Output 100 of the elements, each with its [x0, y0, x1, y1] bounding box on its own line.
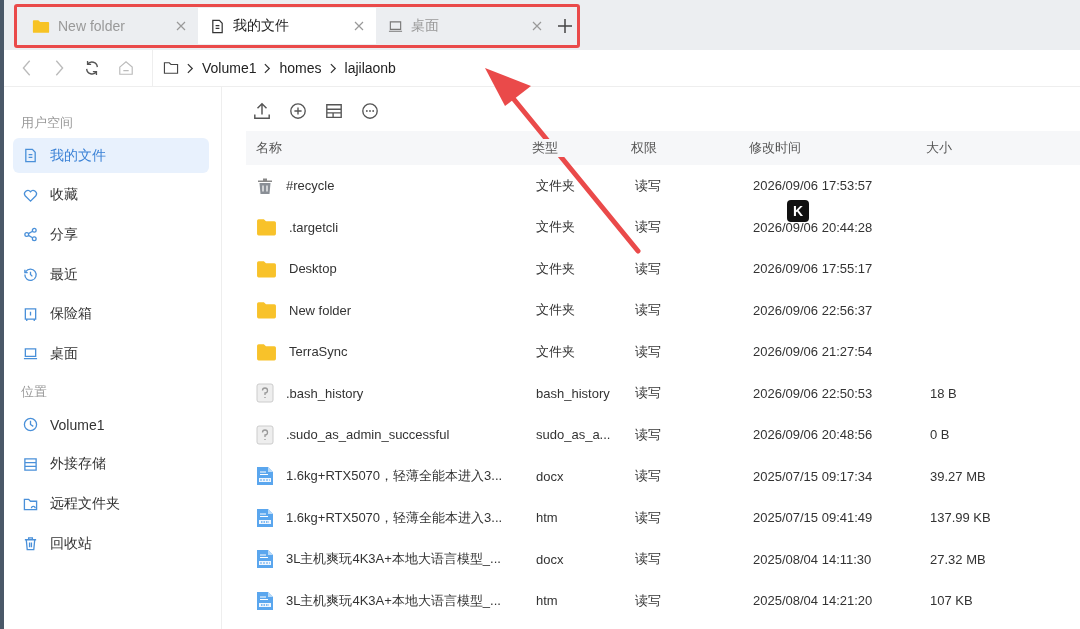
- folder-icon: [256, 342, 277, 361]
- table-cell-text: docx: [535, 551, 565, 567]
- file-name[interactable]: New folder: [289, 302, 352, 318]
- table-cell-text: 2026/09/06 20:44:28: [752, 219, 874, 235]
- chevron-icon: [264, 62, 272, 74]
- close-icon[interactable]: [354, 21, 364, 31]
- more-icon[interactable]: [361, 102, 379, 120]
- file-name[interactable]: .bash_history: [286, 385, 364, 401]
- folder-icon: [163, 61, 179, 75]
- table-cell-text: htm: [535, 593, 559, 609]
- monitor-icon: [388, 18, 403, 34]
- table-cell-text: 读写: [634, 342, 662, 361]
- add-tab-icon[interactable]: [558, 19, 572, 33]
- table-cell-text: 读写: [634, 259, 662, 278]
- sidebar-heading: 位置: [20, 383, 48, 402]
- table-cell-text: 读写: [634, 591, 662, 610]
- folder-icon: [23, 496, 38, 512]
- file-name[interactable]: TerraSync: [289, 344, 348, 360]
- file-name[interactable]: 1.6kg+RTX5070，轻薄全能本进入3...: [286, 467, 503, 486]
- folder-icon: [256, 218, 277, 237]
- table-cell-text: 文件夹: [535, 259, 576, 278]
- panel-icon[interactable]: [325, 102, 343, 120]
- file-name[interactable]: 1.6kg+RTX5070，轻薄全能本进入3...: [286, 508, 503, 527]
- app-badge: K: [787, 200, 809, 222]
- document-icon: [23, 148, 38, 163]
- table-cell-text: 文件夹: [535, 176, 576, 195]
- clock-icon: [23, 417, 38, 433]
- upload-icon[interactable]: [253, 102, 271, 120]
- table-cell-text: 2026/09/06 21:27:54: [752, 344, 874, 360]
- table-cell-text: 读写: [634, 384, 662, 403]
- table-cell-text: bash_history: [535, 385, 611, 401]
- table-cell-text: sudo_as_a...: [535, 427, 612, 443]
- table-cell-text: 读写: [634, 508, 662, 527]
- file-name[interactable]: Desktop: [289, 261, 337, 277]
- table-cell-text: 2025/07/15 09:41:49: [752, 510, 874, 526]
- table-cell-text: 2026/09/06 22:50:53: [752, 385, 874, 401]
- table-cell-text: 2025/07/15 09:17:34: [752, 468, 874, 484]
- folder-icon: [32, 18, 50, 34]
- sidebar-item[interactable]: 最近: [13, 257, 209, 293]
- file-name[interactable]: #recycle: [286, 178, 335, 194]
- table-cell-text: 2026/09/06 20:48:56: [752, 427, 874, 443]
- trash-icon: [256, 176, 274, 195]
- table-cell-text: 2025/08/04 14:11:30: [752, 551, 873, 567]
- word-document-icon: [256, 549, 274, 570]
- table-cell-text: 文件夹: [535, 301, 576, 320]
- monitor-icon: [23, 346, 38, 362]
- table-cell-text: 2025/08/04 14:21:20: [752, 593, 874, 609]
- table-cell: 107 KB: [930, 593, 973, 609]
- unknown-file-icon: [256, 424, 274, 445]
- storage-icon: [23, 456, 38, 472]
- table-cell-text: 2026/09/06 17:53:57: [752, 178, 874, 194]
- file-name[interactable]: .sudo_as_admin_successful: [286, 427, 450, 443]
- chevron-icon: [329, 62, 337, 74]
- table-cell-text: 读写: [634, 176, 662, 195]
- sidebar-item[interactable]: 回收站: [13, 526, 209, 562]
- sidebar-item[interactable]: 外接存储: [13, 446, 209, 482]
- table-cell-text: 文件夹: [535, 342, 576, 361]
- file-name[interactable]: .targetcli: [289, 219, 339, 235]
- breadcrumb-link[interactable]: homes: [279, 60, 322, 76]
- word-document-icon: [256, 466, 274, 487]
- sidebar-item[interactable]: 保险箱: [13, 296, 209, 332]
- table-cell: 27.32 MB: [930, 551, 986, 567]
- document-icon: [210, 18, 225, 34]
- trash-icon: [23, 536, 38, 552]
- table-cell: 18 B: [930, 385, 957, 401]
- file-name[interactable]: 3L主机爽玩4K3A+本地大语言模型_...: [286, 591, 501, 610]
- folder-icon: [256, 301, 277, 320]
- sidebar-item[interactable]: 桌面: [13, 336, 209, 372]
- web-page-icon: [256, 590, 274, 611]
- sidebar-item[interactable]: Volume1: [13, 407, 209, 443]
- table-cell-text: 读写: [634, 425, 662, 444]
- sidebar-heading: 用户空间: [20, 114, 74, 132]
- sidebar-item[interactable]: 远程文件夹: [13, 486, 209, 522]
- refresh-icon[interactable]: [84, 60, 100, 76]
- share-icon: [23, 227, 38, 243]
- add-icon[interactable]: [289, 102, 307, 120]
- table-cell-text: htm: [535, 510, 559, 526]
- safe-icon: [23, 306, 38, 322]
- table-cell-text: docx: [535, 468, 565, 484]
- file-name[interactable]: 3L主机爽玩4K3A+本地大语言模型_...: [286, 550, 501, 569]
- table-cell-text: 读写: [634, 218, 662, 237]
- table-cell-text: 2026/09/06 17:55:17: [752, 261, 874, 277]
- table-cell-text: 读写: [634, 301, 662, 320]
- table-cell-text: 2026/09/06 22:56:37: [752, 302, 874, 318]
- history-icon: [23, 267, 38, 283]
- sidebar-item[interactable]: 分享: [13, 217, 209, 253]
- table-cell-text: 读写: [634, 550, 662, 569]
- web-page-icon: [256, 507, 274, 528]
- sidebar-item[interactable]: 我的文件: [13, 138, 209, 173]
- heart-icon: [23, 187, 38, 203]
- sidebar-item[interactable]: 收藏: [13, 177, 209, 213]
- close-icon[interactable]: [176, 21, 186, 31]
- close-icon[interactable]: [532, 21, 542, 31]
- unknown-file-icon: [256, 383, 274, 404]
- table-cell: 0 B: [930, 427, 950, 443]
- breadcrumb-link[interactable]: lajilaonb: [344, 60, 396, 76]
- table-cell-text: 读写: [634, 467, 662, 486]
- table-cell-text: 文件夹: [535, 218, 576, 237]
- breadcrumb-link[interactable]: Volume1: [202, 60, 257, 76]
- tab[interactable]: 我的文件: [198, 8, 376, 44]
